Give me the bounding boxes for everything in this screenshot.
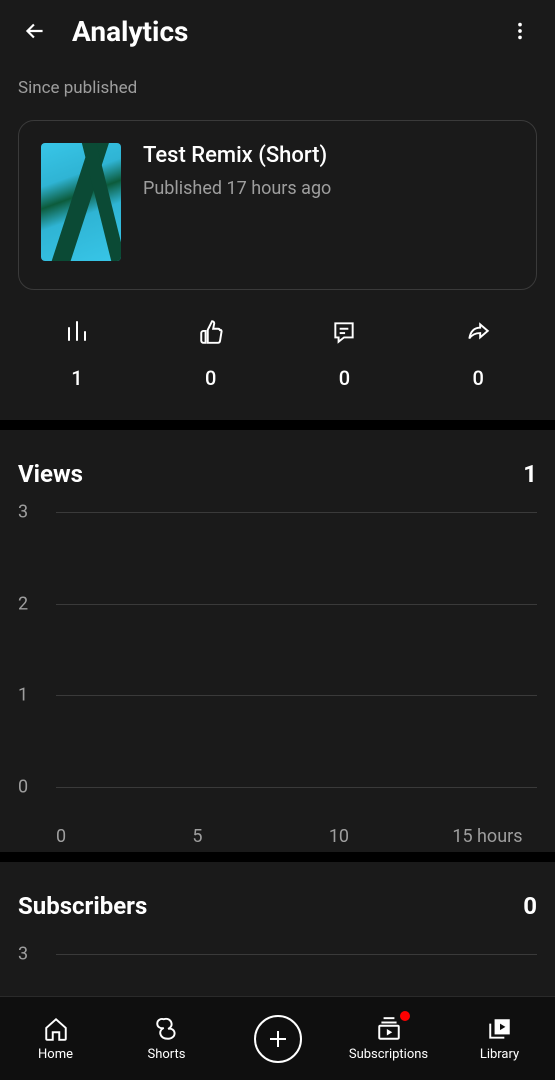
subscriptions-icon bbox=[375, 1016, 403, 1042]
bar-chart-icon bbox=[63, 320, 91, 344]
stat-shares[interactable]: 0 bbox=[411, 318, 545, 390]
x-tick: 10 bbox=[329, 826, 349, 847]
share-icon bbox=[463, 319, 493, 345]
stat-shares-value: 0 bbox=[472, 366, 483, 390]
nav-shorts[interactable]: Shorts bbox=[111, 1015, 222, 1062]
x-tick: 15 hours bbox=[452, 826, 522, 847]
nav-home-label: Home bbox=[38, 1047, 73, 1062]
since-published-label: Since published bbox=[0, 58, 555, 108]
nav-shorts-label: Shorts bbox=[148, 1047, 186, 1062]
x-tick: 5 bbox=[192, 826, 202, 847]
nav-home[interactable]: Home bbox=[0, 1015, 111, 1062]
video-card[interactable]: Test Remix (Short) Published 17 hours ag… bbox=[18, 120, 537, 290]
comment-icon bbox=[330, 319, 358, 345]
y-tick: 2 bbox=[18, 593, 28, 614]
nav-library[interactable]: Library bbox=[444, 1015, 555, 1062]
y-tick: 1 bbox=[18, 685, 28, 706]
y-tick: 3 bbox=[18, 944, 28, 965]
views-section: Views 1 3210051015 hours bbox=[0, 430, 555, 852]
stat-likes[interactable]: 0 bbox=[144, 318, 278, 390]
plus-icon bbox=[266, 1027, 290, 1051]
back-button[interactable] bbox=[18, 14, 52, 48]
stat-likes-value: 0 bbox=[205, 366, 216, 390]
nav-subscriptions[interactable]: Subscriptions bbox=[333, 1015, 444, 1062]
page-title: Analytics bbox=[72, 15, 503, 48]
more-options-button[interactable] bbox=[503, 14, 537, 48]
bottom-nav: Home Shorts Subscrip bbox=[0, 996, 555, 1080]
nav-create[interactable] bbox=[222, 1015, 333, 1063]
x-tick: 0 bbox=[56, 826, 66, 847]
video-thumbnail bbox=[41, 143, 121, 261]
stat-comments-value: 0 bbox=[339, 366, 350, 390]
more-vertical-icon bbox=[509, 20, 531, 42]
views-line bbox=[56, 512, 537, 996]
views-section-title: Views bbox=[18, 460, 83, 488]
library-icon bbox=[487, 1016, 513, 1042]
notification-dot-icon bbox=[400, 1011, 410, 1021]
arrow-left-icon bbox=[22, 18, 48, 44]
views-section-value: 1 bbox=[523, 460, 537, 488]
stat-comments[interactable]: 0 bbox=[278, 318, 412, 390]
stat-views-value: 1 bbox=[71, 366, 82, 390]
views-chart: 3210051015 hours bbox=[18, 512, 537, 832]
shorts-icon bbox=[154, 1015, 180, 1043]
nav-subscriptions-label: Subscriptions bbox=[349, 1047, 428, 1062]
subscribers-chart: 3 bbox=[18, 944, 537, 980]
video-title: Test Remix (Short) bbox=[143, 143, 331, 168]
stats-row: 1 0 0 bbox=[0, 290, 555, 420]
nav-library-label: Library bbox=[480, 1047, 519, 1062]
home-icon bbox=[43, 1016, 69, 1042]
y-tick: 3 bbox=[18, 502, 28, 523]
y-tick: 0 bbox=[18, 777, 28, 798]
thumbs-up-icon bbox=[197, 319, 225, 345]
video-published: Published 17 hours ago bbox=[143, 178, 331, 199]
stat-views[interactable]: 1 bbox=[10, 318, 144, 390]
